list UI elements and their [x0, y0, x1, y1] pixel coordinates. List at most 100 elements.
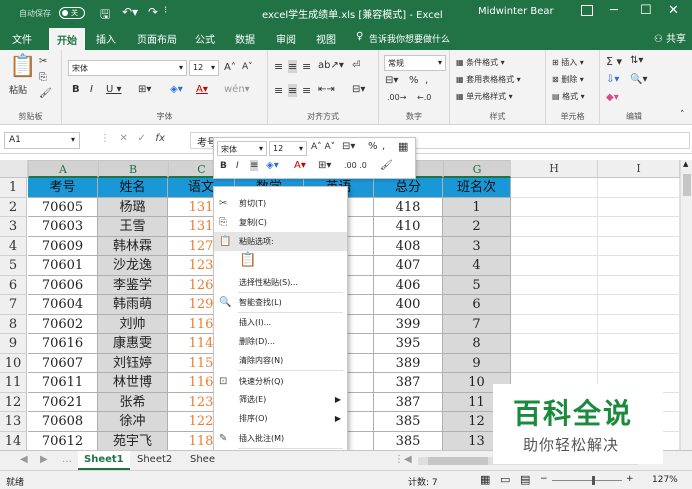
context-menu-item[interactable]: 排序(O) ▶ — [214, 409, 347, 428]
sheet-tab-3[interactable]: Shee — [184, 451, 221, 470]
table-cell[interactable]: 5 — [443, 275, 511, 295]
context-menu-item[interactable]: 选择性粘贴(S)... — [214, 273, 347, 292]
tab-view[interactable]: 视图 — [316, 31, 336, 46]
paste-options-row[interactable]: 📋 — [214, 251, 347, 273]
table-cell[interactable]: 林世博 — [98, 373, 168, 393]
header-cell[interactable]: 班名次 — [443, 178, 511, 198]
clear-icon[interactable]: ◆▾ — [606, 92, 619, 103]
cell[interactable] — [598, 178, 680, 198]
formula-options-icon[interactable]: ⋮ — [100, 133, 110, 144]
mini-font-color-icon[interactable]: A▾ — [294, 160, 306, 171]
table-cell[interactable]: 刘帅 — [98, 314, 168, 334]
align-bottom-icon[interactable]: ≡ — [302, 60, 311, 73]
table-cell[interactable]: 4 — [443, 256, 511, 276]
table-cell[interactable]: 康惠雯 — [98, 334, 168, 354]
mini-currency-icon[interactable]: ⊟▾ — [342, 141, 355, 152]
table-cell[interactable]: 70604 — [28, 295, 98, 315]
minimize-icon[interactable]: ─ — [610, 3, 618, 18]
mini-italic-button[interactable]: I — [236, 161, 239, 171]
zoom-slider[interactable] — [552, 476, 622, 485]
table-cell[interactable]: 387 — [374, 392, 443, 412]
row-header-10[interactable]: 10 — [0, 353, 27, 373]
delete-cells-button[interactable]: ⊠ 删除 ▾ — [552, 74, 584, 85]
zoom-out-icon[interactable]: − — [540, 474, 548, 484]
cell[interactable] — [511, 353, 598, 373]
font-color-icon[interactable]: A▾ — [196, 84, 208, 95]
wrap-text-icon[interactable]: ⏎ — [352, 60, 360, 71]
fill-icon[interactable]: ⇩▾ — [606, 74, 619, 85]
page-layout-view-icon[interactable]: ▭ — [500, 473, 510, 486]
table-cell[interactable]: 韩雨萌 — [98, 295, 168, 315]
collapse-ribbon-icon[interactable]: ˄ — [680, 110, 685, 120]
table-cell[interactable]: 苑宇飞 — [98, 431, 168, 451]
table-cell[interactable]: 410 — [374, 217, 443, 237]
table-cell[interactable]: 2 — [443, 217, 511, 237]
header-cell[interactable]: 考号 — [28, 178, 98, 198]
mini-bold-button[interactable]: B — [220, 161, 227, 171]
table-cell[interactable]: 杨璐 — [98, 197, 168, 217]
normal-view-icon[interactable]: ▦ — [480, 473, 490, 486]
tab-home[interactable]: 开始 — [49, 28, 85, 50]
page-break-view-icon[interactable]: ▤ — [520, 473, 530, 486]
tab-formulas[interactable]: 公式 — [195, 31, 215, 46]
context-menu-item[interactable]: ✎ 插入批注(M) — [214, 429, 347, 448]
align-left-icon[interactable]: ≡ — [274, 84, 283, 97]
cell[interactable] — [598, 275, 680, 295]
align-right-icon[interactable]: ≡ — [302, 84, 311, 97]
font-size-select[interactable]: 12 ▾ — [189, 60, 219, 76]
hscroll-left-icon[interactable]: ◀ — [398, 451, 418, 470]
table-cell[interactable]: 70611 — [28, 373, 98, 393]
table-cell[interactable]: 406 — [374, 275, 443, 295]
cell-styles-button[interactable]: ▦ 单元格样式 ▾ — [456, 91, 513, 102]
tab-insert[interactable]: 插入 — [96, 31, 116, 46]
row-header-8[interactable]: 8 — [0, 314, 27, 334]
row-header-3[interactable]: 3 — [0, 217, 27, 237]
row-header-6[interactable]: 6 — [0, 275, 27, 295]
table-cell[interactable]: 70616 — [28, 334, 98, 354]
row-header-12[interactable]: 12 — [0, 392, 27, 412]
format-as-table-button[interactable]: ▦ 套用表格格式 ▾ — [456, 74, 521, 85]
insert-function-icon[interactable]: fx — [155, 133, 164, 144]
paste-option-icon[interactable]: 📋 — [239, 252, 256, 268]
cell[interactable] — [598, 236, 680, 256]
bold-button[interactable]: B — [72, 84, 80, 95]
tab-file[interactable]: 文件 — [12, 31, 32, 46]
table-cell[interactable]: 70609 — [28, 236, 98, 256]
context-menu-item[interactable]: 删除(D)... — [214, 332, 347, 351]
select-all-corner[interactable] — [0, 160, 28, 178]
font-name-select[interactable]: 宋体 ▾ — [68, 60, 187, 76]
increase-font-icon[interactable]: A˄ — [224, 62, 236, 73]
cell[interactable] — [511, 275, 598, 295]
mini-percent-icon[interactable]: % — [368, 141, 378, 152]
table-cell[interactable]: 395 — [374, 334, 443, 354]
save-icon[interactable]: 🖫 — [100, 5, 110, 26]
table-cell[interactable]: 8 — [443, 334, 511, 354]
cell[interactable] — [598, 295, 680, 315]
cell[interactable] — [511, 314, 598, 334]
context-menu-item[interactable]: ✂ 剪切(T) — [214, 194, 347, 213]
ribbon-display-icon[interactable] — [581, 5, 593, 16]
table-cell[interactable]: 王雪 — [98, 217, 168, 237]
zoom-level[interactable]: 127% — [652, 475, 678, 485]
table-cell[interactable]: 70603 — [28, 217, 98, 237]
cell[interactable] — [511, 334, 598, 354]
find-select-icon[interactable]: 🔍▾ — [630, 74, 647, 85]
phonetic-icon[interactable]: wén▾ — [224, 84, 250, 95]
column-header-b[interactable]: B — [98, 160, 168, 178]
share-button[interactable]: ⚇ 共享 — [654, 30, 686, 45]
table-cell[interactable]: 张希 — [98, 392, 168, 412]
paste-button[interactable]: 粘贴 — [9, 83, 27, 96]
table-cell[interactable]: 3 — [443, 236, 511, 256]
number-format-select[interactable]: 常规 ▾ — [384, 55, 446, 71]
cell[interactable] — [511, 178, 598, 198]
more-sheets-icon[interactable]: … — [56, 451, 78, 470]
table-cell[interactable]: 385 — [374, 412, 443, 432]
table-cell[interactable]: 70605 — [28, 197, 98, 217]
fill-color-icon[interactable]: ◈▾ — [170, 84, 183, 95]
sort-filter-icon[interactable]: ⇅▾ — [630, 55, 643, 66]
mini-grow-font-icon[interactable]: A˄ A˅ — [311, 142, 335, 152]
column-header-g[interactable]: G — [443, 160, 511, 178]
maximize-icon[interactable]: ☐ — [640, 3, 652, 18]
autosum-icon[interactable]: Σ ▾ — [606, 55, 622, 68]
percent-icon[interactable]: % — [409, 75, 419, 86]
